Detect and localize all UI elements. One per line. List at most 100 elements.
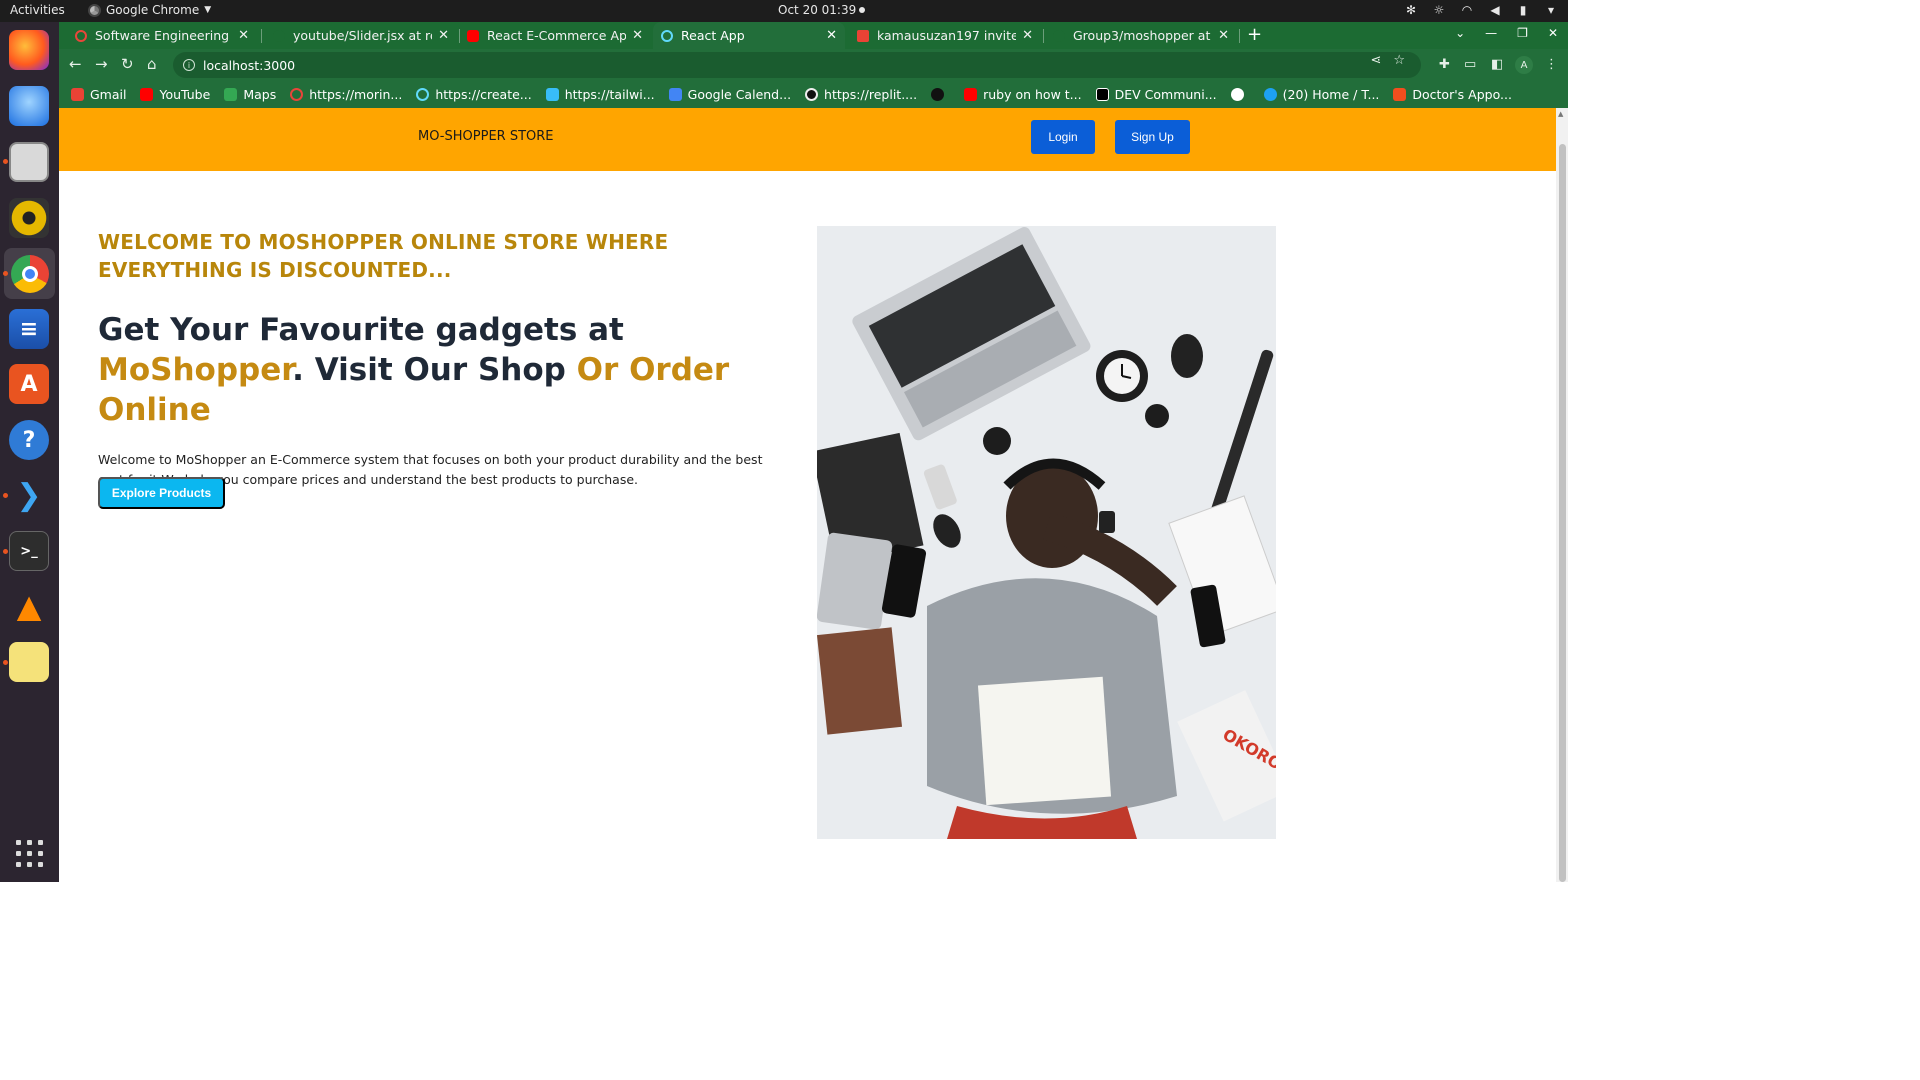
tab-react-ecommerce[interactable]: React E-Commerce App D ✕ [459,22,651,49]
close-icon[interactable]: ✕ [238,28,249,43]
files-icon[interactable] [9,142,49,182]
maximize-icon[interactable]: ❐ [1517,26,1528,40]
tab-search-icon[interactable]: ⌄ [1455,26,1465,40]
bookmark-star-icon[interactable]: ☆ [1393,53,1405,68]
tab-slider-jsx[interactable]: youtube/Slider.jsx at reac ✕ [265,22,457,49]
vlc-icon[interactable]: ▲ [9,586,49,626]
running-indicator [3,549,8,554]
youtube-icon [140,88,154,101]
scrollbar-thumb[interactable] [1559,144,1566,882]
bookmark-github[interactable] [931,88,950,101]
bookmark-ruby[interactable]: ruby on how t... [964,87,1082,102]
system-tray[interactable]: ✻ ☼ ◠ ◀ ▮ ▾ [1404,3,1558,17]
address-bar[interactable]: i localhost:3000 ⋖ ☆ [173,52,1421,78]
thunderbird-icon[interactable] [9,86,49,126]
battery-icon[interactable]: ▮ [1516,3,1530,17]
bookmark-calendar[interactable]: Google Calend... [668,87,791,102]
forward-icon[interactable]: → [95,55,108,73]
running-indicator [3,159,8,164]
close-icon[interactable]: ✕ [632,28,643,43]
activities-button[interactable]: Activities [10,3,65,17]
signup-button[interactable]: Sign Up [1115,120,1190,154]
chrome-dock-item[interactable] [4,248,55,299]
dock: ≡ A ? ❯ >_ ▲ [0,22,59,882]
site-navbar: MO-SHOPPER STORE Login Sign Up [59,108,1556,171]
help-icon[interactable]: ? [9,420,49,460]
extension-icon[interactable]: ✻ [1404,3,1418,17]
tab-react-app[interactable]: React App ✕ [653,22,845,49]
close-icon[interactable]: ✕ [1218,28,1229,43]
bookmark-tailwind[interactable]: https://tailwi... [545,87,655,102]
power-menu-icon[interactable]: ▾ [1544,3,1558,17]
bookmark-youtube[interactable]: YouTube [140,87,210,102]
home-icon[interactable]: ⌂ [147,55,157,73]
close-icon[interactable]: ✕ [826,28,837,43]
extensions-icon[interactable]: ✚ [1439,57,1450,72]
site-brand[interactable]: MO-SHOPPER STORE [418,129,554,144]
browser-toolbar: ← → ↻ ⌂ i localhost:3000 ⋖ ☆ ✚ ▭ ◧ A ⋮ [59,49,1568,81]
writer-icon[interactable]: ≡ [9,309,49,349]
tab-software-engineering[interactable]: Software Engineering 59 ✕ [67,22,257,49]
firefox-icon[interactable] [9,30,49,70]
explore-products-button[interactable]: Explore Products [98,477,225,509]
site-info-icon[interactable]: i [183,59,195,71]
side-panel-icon[interactable]: ◧ [1491,57,1503,72]
vscode-icon[interactable]: ❯ [9,475,49,515]
hero-headline: Get Your Favourite gadgets at MoShopper.… [98,312,730,428]
page-scrollbar[interactable]: ▲ [1556,108,1568,882]
brightness-icon[interactable]: ☼ [1432,3,1446,17]
notes-icon[interactable] [9,642,49,682]
app-menu[interactable]: Google Chrome ▼ [88,3,211,17]
tab-group3-moshopper[interactable]: Group3/moshopper at Al ✕ [1045,22,1237,49]
github-icon [931,88,945,101]
bookmark-create[interactable]: https://create... [416,87,532,102]
github-icon [1053,29,1065,42]
wifi-icon[interactable]: ◠ [1460,3,1474,17]
minimize-icon[interactable]: — [1485,26,1497,40]
clock[interactable]: Oct 20 01:39 [778,3,856,17]
bookmark-morin[interactable]: https://morin... [290,87,402,102]
bookmark-replit[interactable]: https://replit.... [805,87,917,102]
show-applications-icon[interactable] [16,840,43,867]
menu-kebab-icon[interactable]: ⋮ [1545,57,1558,72]
caret-down-icon: ▼ [204,5,212,15]
share-icon[interactable]: ⋖ [1370,53,1381,68]
tab-strip: Software Engineering 59 ✕ youtube/Slider… [59,22,1568,49]
bookmark-twitter[interactable]: (20) Home / T... [1263,87,1379,102]
window-controls: ⌄ — ❐ ✕ [1455,26,1558,40]
twitter-icon [1263,88,1277,101]
bookmark-globe[interactable] [1230,88,1250,101]
react-icon [416,88,430,101]
bookmarks-bar: Gmail YouTube Maps https://morin... http… [59,81,1568,108]
calendar-icon [668,88,682,101]
dev-icon [1095,88,1109,101]
url-text[interactable]: localhost:3000 [203,58,295,73]
terminal-icon[interactable]: >_ [9,531,49,571]
reload-icon[interactable]: ↻ [121,55,134,73]
close-icon[interactable]: ✕ [438,28,449,43]
moringa-icon [290,88,304,101]
software-icon[interactable]: A [9,364,49,404]
bookmark-doctor[interactable]: Doctor's Appo... [1393,87,1512,102]
bookmark-dev[interactable]: DEV Communi... [1095,87,1217,102]
cast-icon[interactable]: ▭ [1464,57,1476,72]
close-icon[interactable]: ✕ [1022,28,1033,43]
tab-invite[interactable]: kamausuzan197 invited y ✕ [849,22,1041,49]
youtube-icon [467,29,479,42]
login-button[interactable]: Login [1031,120,1095,154]
maps-icon [224,88,238,101]
back-icon[interactable]: ← [69,55,82,73]
replit-icon [805,88,819,101]
rhythmbox-icon[interactable] [9,198,49,238]
bookmark-maps[interactable]: Maps [224,87,276,102]
profile-avatar[interactable]: A [1515,56,1533,74]
scroll-up-icon[interactable]: ▲ [1558,110,1563,118]
hero-text: WELCOME TO MOSHOPPER ONLINE STORE WHERE … [98,228,798,490]
app-name: Google Chrome [106,3,200,17]
react-icon [661,29,673,42]
close-window-icon[interactable]: ✕ [1548,26,1558,40]
bookmark-gmail[interactable]: Gmail [71,87,126,102]
volume-icon[interactable]: ◀ [1488,3,1502,17]
new-tab-button[interactable]: + [1247,24,1262,45]
hero-kicker: WELCOME TO MOSHOPPER ONLINE STORE WHERE … [98,230,669,282]
